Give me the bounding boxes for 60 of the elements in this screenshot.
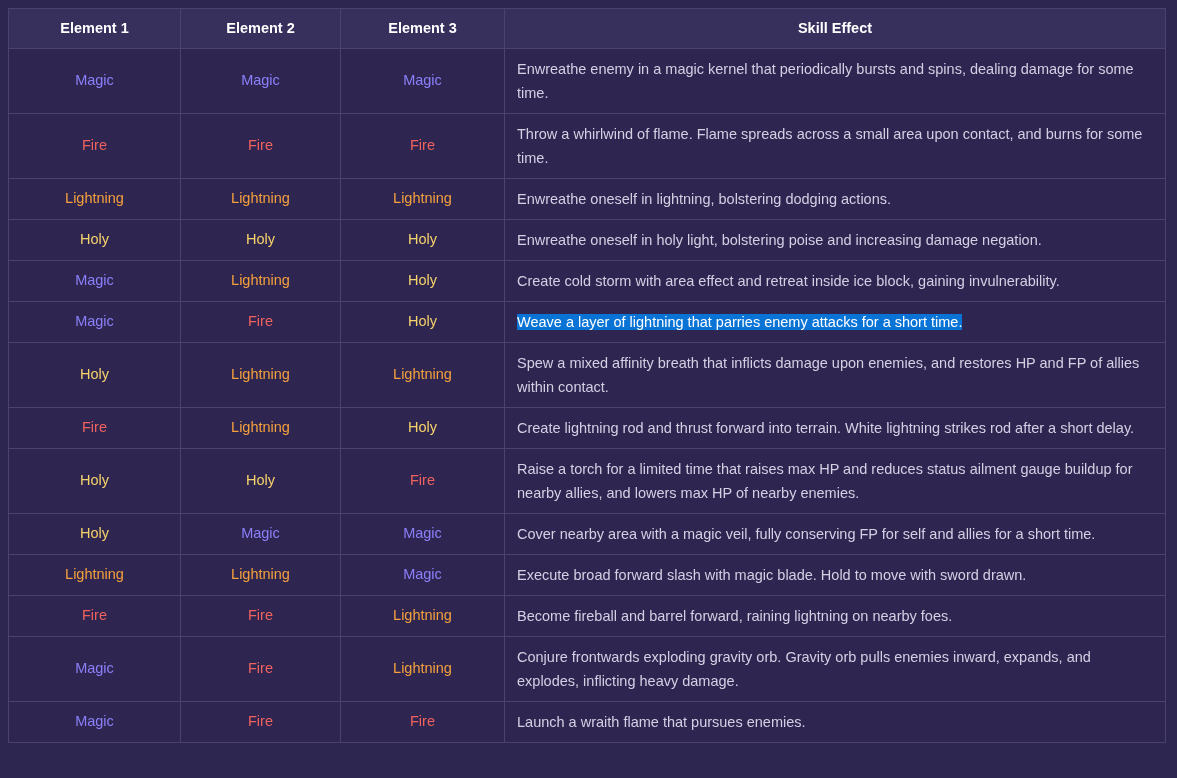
element-cell: Fire <box>340 701 505 743</box>
skill-effect-text: Execute broad forward slash with magic blade. Hold to move with sword drawn. <box>517 567 1027 583</box>
element-cell: Lightning <box>8 178 181 220</box>
element-cell: Holy <box>180 448 341 514</box>
element-cell: Holy <box>340 301 505 343</box>
element-cell: Magic <box>8 701 181 743</box>
skill-effect-text: Cover nearby area with a magic veil, fully conserving FP for self and allies for a short time. <box>517 526 1096 542</box>
skill-effect-text: Weave a layer of lightning that parries enemy attacks for a short time. <box>517 314 963 330</box>
element-cell: Lightning <box>340 595 505 637</box>
element-cell: Fire <box>8 595 181 637</box>
element-cell: Magic <box>8 260 181 302</box>
element-cell: Magic <box>8 48 181 114</box>
element-cell: Magic <box>180 513 341 555</box>
element-cell: Magic <box>340 513 505 555</box>
skill-effect-text: Become fireball and barrel forward, raining lightning on nearby foes. <box>517 608 953 624</box>
element-cell: Fire <box>8 113 181 179</box>
element-cell: Lightning <box>180 260 341 302</box>
element-cell: Lightning <box>180 178 341 220</box>
element-cell: Magic <box>180 48 341 114</box>
element-cell: Fire <box>8 407 181 449</box>
element-cell: Fire <box>340 113 505 179</box>
element-cell: Lightning <box>340 636 505 702</box>
element-cell: Holy <box>8 219 181 261</box>
element-cell: Fire <box>180 113 341 179</box>
element-cell: Magic <box>340 48 505 114</box>
element-cell: Magic <box>8 636 181 702</box>
column-header: Element 2 <box>180 8 341 49</box>
element-cell: Fire <box>340 448 505 514</box>
skill-effect-text: Create cold storm with area effect and retreat inside ice block, gaining invulnerability. <box>517 273 1060 289</box>
skill-effect-text: Spew a mixed affinity breath that inflicts damage upon enemies, and restores HP and FP of allies within contact. <box>517 355 1140 395</box>
column-header: Element 1 <box>8 8 181 49</box>
element-cell: Holy <box>180 219 341 261</box>
element-cell: Lightning <box>180 554 341 596</box>
skill-effect-text: Enwreathe oneself in holy light, bolstering poise and increasing damage negation. <box>517 232 1042 248</box>
element-cell: Magic <box>340 554 505 596</box>
element-cell: Fire <box>180 301 341 343</box>
element-cell: Holy <box>8 513 181 555</box>
element-cell: Fire <box>180 595 341 637</box>
element-cell: Lightning <box>180 342 341 408</box>
element-cell: Holy <box>8 342 181 408</box>
skill-effect-text: Raise a torch for a limited time that raises max HP and reduces status ailment gauge buildup for nearby allies, and lowers max HP of nearby enemies. <box>517 461 1133 501</box>
element-cell: Holy <box>8 448 181 514</box>
element-cell: Magic <box>8 301 181 343</box>
skill-effect-text: Throw a whirlwind of flame. Flame spreads across a small area upon contact, and burns for some time. <box>517 126 1143 166</box>
element-cell: Lightning <box>340 342 505 408</box>
skill-effect-text: Create lightning rod and thrust forward into terrain. White lightning strikes rod after a short delay. <box>517 420 1135 436</box>
skill-effect-text: Enwreathe enemy in a magic kernel that periodically bursts and spins, dealing damage for some time. <box>517 61 1134 101</box>
element-cell: Fire <box>180 701 341 743</box>
element-cell: Holy <box>340 219 505 261</box>
column-header: Element 3 <box>340 8 505 49</box>
element-cell: Holy <box>340 260 505 302</box>
skill-effect-text: Conjure frontwards exploding gravity orb. Gravity orb pulls enemies inward, expands, and explodes, inflicting heavy damage. <box>517 649 1091 689</box>
element-cell: Fire <box>180 636 341 702</box>
column-header: Skill Effect <box>504 8 1166 49</box>
element-cell: Lightning <box>180 407 341 449</box>
element-cell: Lightning <box>340 178 505 220</box>
skill-effect-text: Launch a wraith flame that pursues enemies. <box>517 714 806 730</box>
skill-effect-text: Enwreathe oneself in lightning, bolstering dodging actions. <box>517 191 892 207</box>
element-cell: Lightning <box>8 554 181 596</box>
element-cell: Holy <box>340 407 505 449</box>
